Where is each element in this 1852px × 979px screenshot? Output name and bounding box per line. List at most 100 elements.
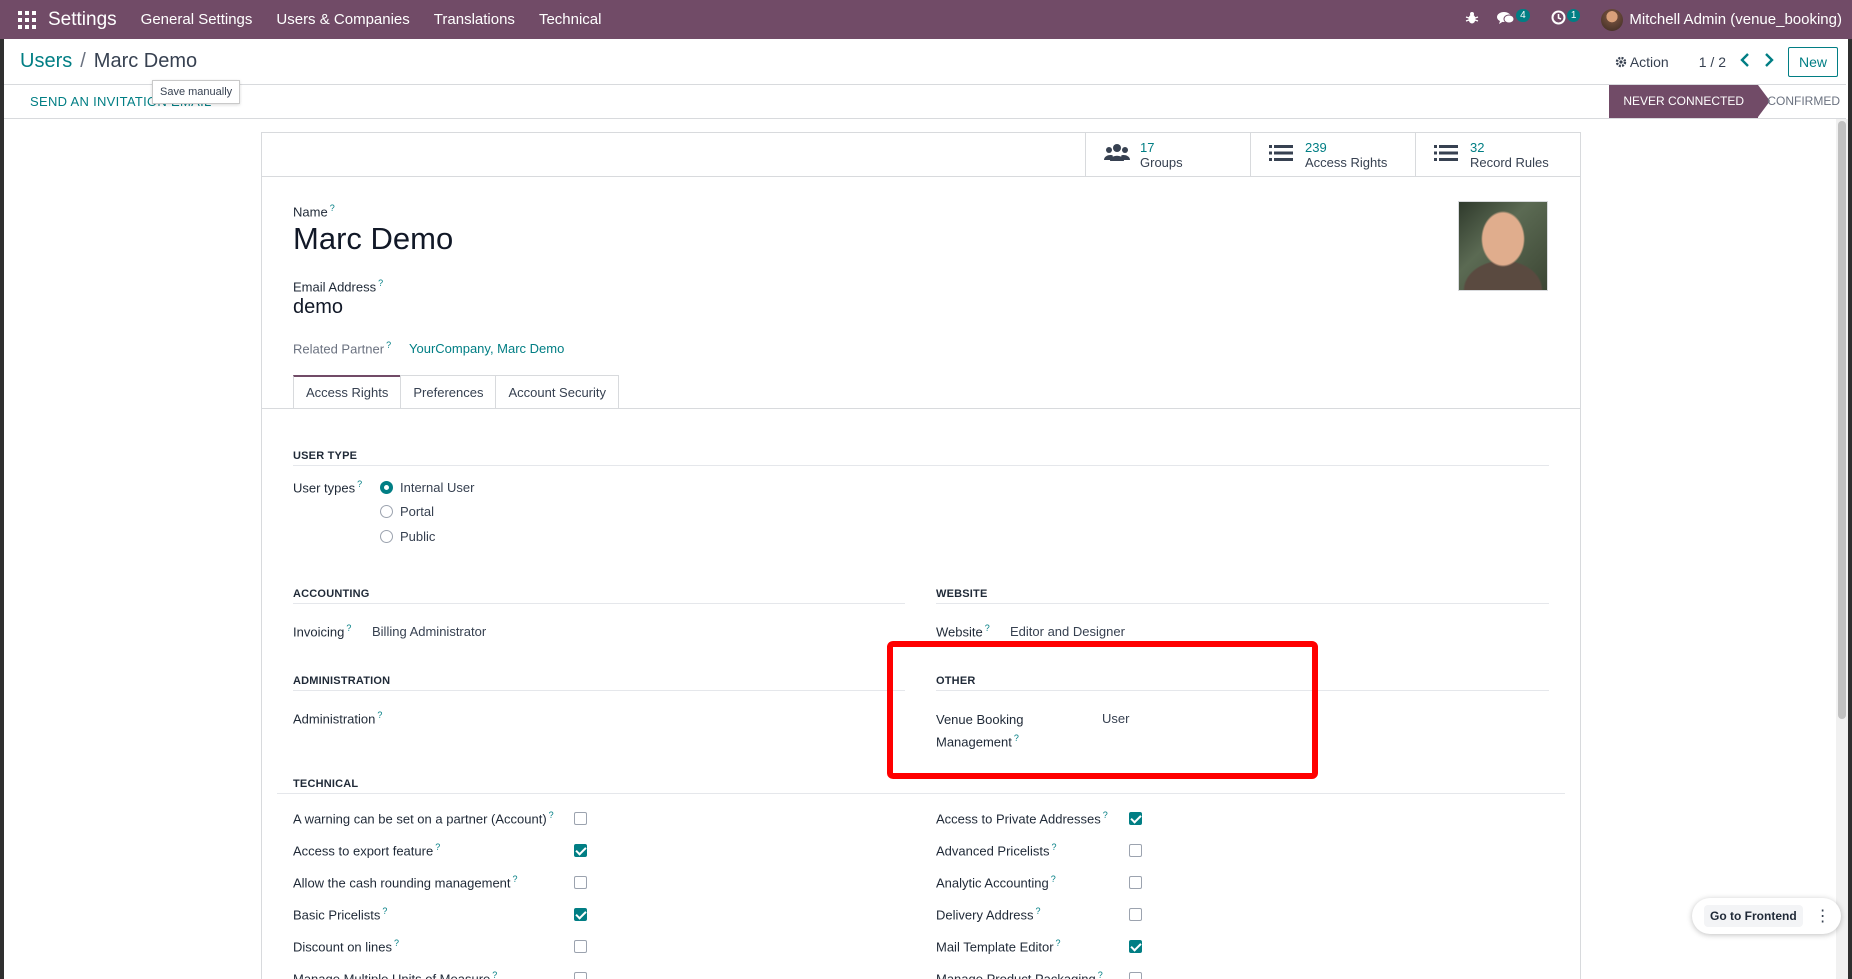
radio-unchecked-icon xyxy=(380,530,393,543)
help-tooltip-icon[interactable]: ? xyxy=(513,874,518,884)
technical-left-option-checkbox[interactable] xyxy=(574,876,587,889)
help-tooltip-icon[interactable]: ? xyxy=(382,906,387,916)
technical-right-option-checkbox[interactable] xyxy=(1129,876,1142,889)
tab-preferences[interactable]: Preferences xyxy=(400,375,497,409)
help-tooltip-icon[interactable]: ? xyxy=(492,970,497,979)
radio-portal[interactable]: Portal xyxy=(380,504,434,519)
record-rules-stat-button[interactable]: 32 Record Rules xyxy=(1415,133,1580,177)
users-icon xyxy=(1104,143,1130,167)
technical-left-option-checkbox[interactable] xyxy=(574,908,587,921)
help-tooltip-icon[interactable]: ? xyxy=(394,938,399,948)
messages-button[interactable]: 4 xyxy=(1496,8,1533,29)
activities-button[interactable]: 1 xyxy=(1551,9,1584,29)
help-tooltip-icon[interactable]: ? xyxy=(378,278,383,288)
action-button[interactable]: Action xyxy=(1615,54,1669,70)
email-input[interactable]: demo xyxy=(293,296,343,319)
section-administration: ADMINISTRATION xyxy=(293,675,391,687)
section-divider xyxy=(293,603,905,604)
administration-label: Administration? xyxy=(293,710,383,727)
section-divider xyxy=(293,465,1549,466)
technical-left-option-checkbox[interactable] xyxy=(574,812,587,825)
action-label: Action xyxy=(1629,54,1669,70)
access-rights-label: Access Rights xyxy=(1305,155,1388,170)
gear-icon xyxy=(1615,54,1630,70)
groups-stat-button[interactable]: 17 Groups xyxy=(1085,133,1250,177)
access-rights-stat-button[interactable]: 239 Access Rights xyxy=(1250,133,1415,177)
pager-previous-icon[interactable] xyxy=(1740,52,1750,72)
right-edge xyxy=(1848,39,1852,979)
list-icon xyxy=(1269,144,1295,166)
help-tooltip-icon[interactable]: ? xyxy=(346,623,351,633)
help-tooltip-icon[interactable]: ? xyxy=(377,710,382,720)
help-tooltip-icon[interactable]: ? xyxy=(330,203,335,213)
stage-never-connected[interactable]: NEVER CONNECTED xyxy=(1609,85,1770,118)
help-tooltip-icon[interactable]: ? xyxy=(549,810,554,820)
technical-left-option-label: Discount on lines? xyxy=(293,938,400,955)
related-partner-label: Related Partner? xyxy=(293,340,392,357)
help-tooltip-icon[interactable]: ? xyxy=(1103,810,1108,820)
website-label: Website? xyxy=(936,623,990,640)
technical-left-option-label: Access to export feature? xyxy=(293,842,441,859)
stage-confirmed[interactable]: CONFIRMED xyxy=(1767,85,1840,118)
new-button[interactable]: New xyxy=(1787,47,1838,77)
technical-right-option-checkbox[interactable] xyxy=(1129,812,1142,825)
name-input[interactable]: Marc Demo xyxy=(293,221,453,257)
menu-translations[interactable]: Translations xyxy=(422,11,527,28)
technical-right-option-checkbox[interactable] xyxy=(1129,972,1142,979)
menu-general-settings[interactable]: General Settings xyxy=(129,11,265,28)
tab-access-rights[interactable]: Access Rights xyxy=(293,375,402,409)
pager-next-icon[interactable] xyxy=(1764,52,1774,72)
left-edge xyxy=(0,39,4,979)
app-brand[interactable]: Settings xyxy=(48,9,117,31)
breadcrumb: Users / Marc Demo xyxy=(20,50,197,73)
frontend-floating-panel: Go to Frontend ⋮ xyxy=(1692,898,1841,934)
technical-left-option-label: Allow the cash rounding management? xyxy=(293,874,518,891)
groups-count: 17 xyxy=(1140,140,1155,155)
tab-account-security[interactable]: Account Security xyxy=(495,375,620,409)
technical-right-option-checkbox[interactable] xyxy=(1129,940,1142,953)
help-tooltip-icon[interactable]: ? xyxy=(1098,970,1103,979)
website-select[interactable]: Editor and Designer xyxy=(1010,624,1125,639)
messages-badge: 4 xyxy=(1516,8,1530,22)
technical-right-option-label: Mail Template Editor? xyxy=(936,938,1061,955)
help-tooltip-icon[interactable]: ? xyxy=(1051,842,1056,852)
help-tooltip-icon[interactable]: ? xyxy=(1051,874,1056,884)
technical-left-option-checkbox[interactable] xyxy=(574,972,587,979)
menu-users-companies[interactable]: Users & Companies xyxy=(264,11,421,28)
help-tooltip-icon[interactable]: ? xyxy=(1056,938,1061,948)
go-to-frontend-button[interactable]: Go to Frontend xyxy=(1704,905,1803,927)
apps-grid-icon[interactable] xyxy=(14,7,40,33)
help-tooltip-icon[interactable]: ? xyxy=(985,623,990,633)
bug-icon[interactable] xyxy=(1465,11,1479,29)
related-partner-link[interactable]: YourCompany, Marc Demo xyxy=(409,341,564,356)
invoicing-select[interactable]: Billing Administrator xyxy=(372,624,486,639)
help-tooltip-icon[interactable]: ? xyxy=(386,340,391,350)
activities-badge: 1 xyxy=(1566,9,1581,22)
more-vertical-icon[interactable]: ⋮ xyxy=(1813,906,1833,926)
technical-left-option-checkbox[interactable] xyxy=(574,940,587,953)
technical-right-option-checkbox[interactable] xyxy=(1129,844,1142,857)
breadcrumb-users[interactable]: Users xyxy=(20,50,72,72)
section-website: WEBSITE xyxy=(936,588,988,600)
help-tooltip-icon[interactable]: ? xyxy=(357,479,362,489)
scrollbar-thumb[interactable] xyxy=(1838,121,1846,719)
page-scrollbar[interactable] xyxy=(1836,119,1848,979)
menu-technical[interactable]: Technical xyxy=(527,11,614,28)
technical-right-option-label: Access to Private Addresses? xyxy=(936,810,1108,827)
help-tooltip-icon[interactable]: ? xyxy=(1036,906,1041,916)
technical-right-option-checkbox[interactable] xyxy=(1129,908,1142,921)
technical-right-option-label: Analytic Accounting? xyxy=(936,874,1056,891)
form-sheet: 17 Groups 239 Access Rights 32 Record Rules… xyxy=(261,132,1581,979)
radio-public[interactable]: Public xyxy=(380,529,435,544)
section-divider xyxy=(936,603,1549,604)
user-photo[interactable] xyxy=(1458,201,1548,291)
radio-internal-user[interactable]: Internal User xyxy=(380,480,474,495)
radio-checked-icon xyxy=(380,481,393,494)
technical-left-option-checkbox[interactable] xyxy=(574,844,587,857)
avatar xyxy=(1601,8,1624,31)
smart-button-box: 17 Groups 239 Access Rights 32 Record Rules xyxy=(262,133,1580,177)
user-menu[interactable]: Mitchell Admin (venue_booking) xyxy=(1601,8,1842,31)
pager-value[interactable]: 1 / 2 xyxy=(1699,54,1726,70)
help-tooltip-icon[interactable]: ? xyxy=(435,842,440,852)
access-rights-count: 239 xyxy=(1305,140,1327,155)
